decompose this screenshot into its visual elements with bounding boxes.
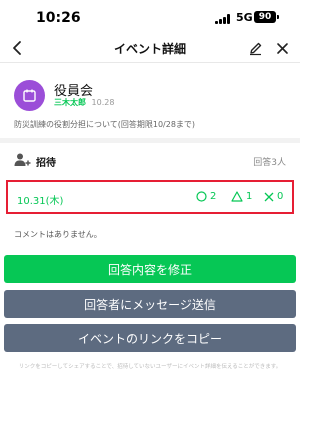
battery-icon: 90 xyxy=(254,11,276,23)
calendar-icon xyxy=(23,89,36,102)
message-responders-button[interactable]: 回答者にメッセージ送信 xyxy=(4,290,296,318)
yes-tally: 2 xyxy=(196,191,216,202)
cross-icon xyxy=(264,192,274,202)
event-meta: 三木太郎 10.28 xyxy=(54,97,114,108)
section-separator xyxy=(0,138,300,143)
comment-empty-text: コメントはありません。 xyxy=(14,230,102,239)
maybe-tally: 1 xyxy=(231,191,252,202)
organizer-name[interactable]: 三木太郎 xyxy=(54,98,86,107)
battery-tip xyxy=(277,15,279,19)
nav-divider xyxy=(0,62,300,63)
created-time: 10.28 xyxy=(91,98,115,107)
yes-count: 2 xyxy=(210,191,217,202)
circle-icon xyxy=(196,191,207,202)
nav-bar: イベント詳細 xyxy=(0,34,300,62)
maybe-count: 1 xyxy=(246,191,253,202)
no-count: 0 xyxy=(277,191,284,202)
status-bar: 10:26 5G 90 xyxy=(0,0,300,34)
person-add-icon xyxy=(14,153,31,166)
footer-note: リンクをコピーしてシェアすることで、招待していないユーザーにイベント詳細を伝える… xyxy=(18,364,282,370)
signal-icon xyxy=(215,14,233,24)
status-time: 10:26 xyxy=(36,10,81,26)
pencil-icon[interactable] xyxy=(244,37,266,59)
close-icon[interactable] xyxy=(271,37,293,59)
no-tally: 0 xyxy=(264,191,283,202)
triangle-icon xyxy=(231,191,243,202)
copy-link-button[interactable]: イベントのリンクをコピー xyxy=(4,324,296,352)
event-avatar xyxy=(14,80,45,111)
edit-reply-button[interactable]: 回答内容を修正 xyxy=(4,255,296,283)
date-label: 10.31(木) xyxy=(17,196,64,207)
invite-label: 招待 xyxy=(36,158,56,169)
event-description: 防災訓練の役割分担について(回答期限10/28まで) xyxy=(14,120,196,129)
date-option-row[interactable]: 10.31(木) 2 1 0 xyxy=(6,180,294,214)
reply-count[interactable]: 回答3人 xyxy=(253,155,286,168)
network-label: 5G xyxy=(236,11,253,24)
